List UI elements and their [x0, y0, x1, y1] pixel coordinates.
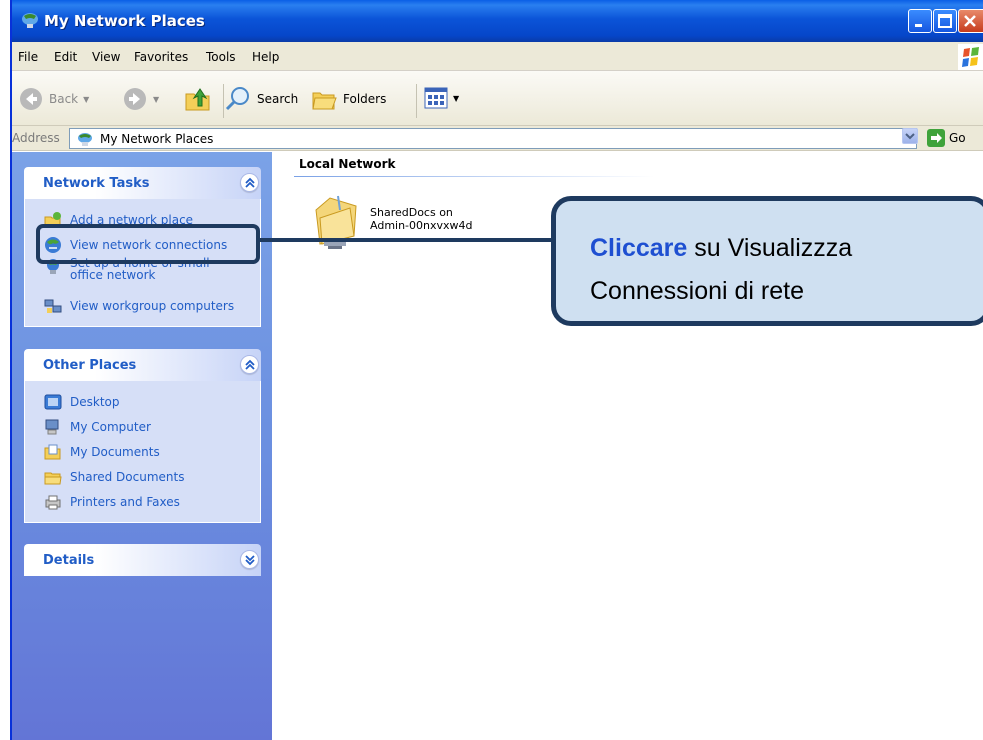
maximize-button[interactable] [933, 9, 957, 33]
details-title: Details [43, 553, 95, 568]
other-places-title: Other Places [43, 358, 137, 373]
windows-logo-icon [958, 44, 983, 70]
other-places-header[interactable]: Other Places [24, 349, 261, 381]
chevron-down-icon [905, 133, 915, 140]
forward-button[interactable]: ▼ [122, 86, 159, 112]
explorer-window: My Network Places File Edit View Favorit… [10, 0, 983, 740]
minimize-button[interactable] [908, 9, 932, 33]
close-button[interactable] [958, 9, 983, 33]
go-label: Go [949, 131, 966, 145]
address-field[interactable]: My Network Places [69, 128, 917, 149]
place-my-documents[interactable]: My Documents [25, 439, 260, 464]
menu-file[interactable]: File [18, 50, 38, 64]
folders-label: Folders [343, 92, 387, 106]
desktop-icon [44, 394, 62, 409]
printers-faxes-icon [45, 495, 61, 509]
callout-box: Cliccare su Visualizzza Connessioni di r… [551, 196, 983, 326]
task-label: View workgroup computers [70, 298, 235, 313]
window-title: My Network Places [44, 12, 205, 30]
shared-docs-item[interactable]: SharedDocs on Admin-00nxvxw4d [310, 192, 473, 255]
back-label: Back [49, 92, 79, 106]
forward-arrow-icon [124, 88, 146, 110]
place-desktop[interactable]: Desktop [25, 389, 260, 414]
views-dropdown-icon[interactable]: ▼ [453, 94, 459, 103]
other-places-body: Desktop My Computer My Documents Shared … [24, 381, 261, 523]
folders-button[interactable]: Folders [310, 85, 386, 113]
place-label: My Computer [70, 419, 151, 434]
callout-line1: Cliccare su Visualizzza [590, 234, 852, 263]
address-dropdown-button[interactable] [902, 128, 918, 144]
up-folder-button[interactable] [183, 84, 213, 114]
network-places-icon [78, 133, 92, 146]
place-label: My Documents [70, 444, 160, 459]
forward-dropdown-icon[interactable]: ▼ [153, 95, 159, 104]
place-shared-documents[interactable]: Shared Documents [25, 464, 260, 489]
place-label: Shared Documents [70, 469, 185, 484]
place-label: Desktop [70, 394, 120, 409]
views-icon [424, 87, 448, 109]
search-button[interactable]: Search [224, 85, 298, 113]
other-places-panel: Other Places Desktop My Computer My Docu… [24, 349, 261, 523]
place-my-computer[interactable]: My Computer [25, 414, 260, 439]
toolbar-separator [416, 84, 417, 118]
task-view-workgroup-computers[interactable]: View workgroup computers [25, 293, 260, 318]
back-arrow-icon [20, 88, 42, 110]
collapse-chevron-icon[interactable] [240, 173, 259, 192]
place-label: Printers and Faxes [70, 494, 180, 509]
network-tasks-title: Network Tasks [43, 176, 150, 191]
my-documents-icon [44, 444, 61, 459]
network-share-folder-icon [315, 195, 357, 249]
highlight-box [36, 224, 260, 264]
details-panel: Details [24, 544, 261, 576]
menu-help[interactable]: Help [252, 50, 279, 64]
menu-bar: File Edit View Favorites Tools Help [12, 42, 983, 71]
back-button[interactable]: Back ▼ [18, 86, 89, 112]
share-name-line2: Admin-00nxvxw4d [370, 219, 473, 232]
shared-documents-icon [44, 472, 62, 484]
collapse-chevron-icon[interactable] [240, 355, 259, 374]
go-arrow-icon [927, 129, 945, 147]
expand-chevron-icon[interactable] [240, 550, 259, 569]
address-label: Address [12, 131, 60, 145]
menu-edit[interactable]: Edit [54, 50, 77, 64]
share-name-line1: SharedDocs on [370, 206, 453, 219]
search-label: Search [257, 92, 299, 106]
place-printers-faxes[interactable]: Printers and Faxes [25, 489, 260, 514]
menu-view[interactable]: View [92, 50, 120, 64]
toolbar-separator [223, 84, 224, 118]
section-divider [294, 176, 654, 177]
folders-icon [312, 92, 337, 110]
my-computer-icon [45, 419, 59, 434]
back-dropdown-icon[interactable]: ▼ [83, 95, 89, 104]
search-icon [225, 87, 249, 111]
section-title: Local Network [299, 157, 396, 171]
title-bar[interactable]: My Network Places [12, 0, 983, 42]
workgroup-computers-icon [44, 299, 62, 313]
callout-line2: Connessioni di rete [590, 277, 805, 305]
callout-line1-rest: su Visualizzza [687, 234, 853, 262]
menu-tools[interactable]: Tools [206, 50, 236, 64]
go-button[interactable]: Go [927, 129, 966, 147]
views-button[interactable]: ▼ [424, 87, 459, 109]
network-tasks-header[interactable]: Network Tasks [24, 167, 261, 199]
toolbar: Back ▼ ▼ Search Folders ▼ [12, 71, 983, 126]
up-folder-icon [185, 88, 210, 111]
callout-connector [258, 238, 554, 242]
address-value: My Network Places [100, 132, 214, 146]
address-bar: Address My Network Places Go [12, 126, 983, 151]
network-places-icon [20, 10, 40, 30]
callout-emphasis: Cliccare [590, 234, 688, 262]
menu-favorites[interactable]: Favorites [134, 50, 188, 64]
details-header[interactable]: Details [24, 544, 261, 576]
